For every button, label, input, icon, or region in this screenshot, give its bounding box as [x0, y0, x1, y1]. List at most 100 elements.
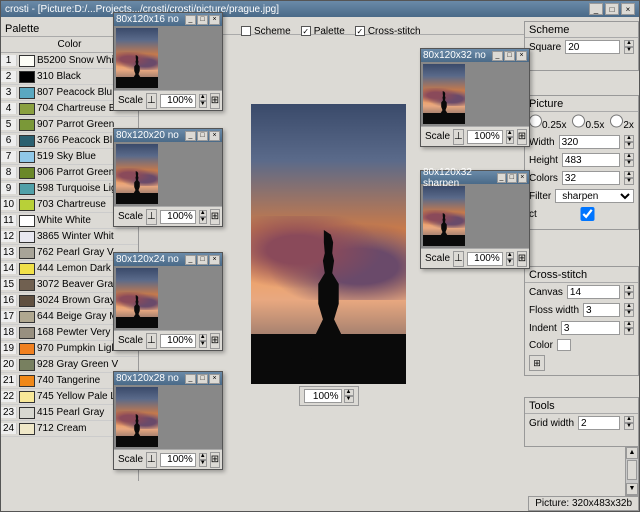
preview-titlebar[interactable]: 80x120x16 no_□×: [114, 13, 222, 26]
stepper[interactable]: ▲▼: [624, 153, 634, 167]
preview-window[interactable]: 80x120x32 no_□×Scale⊥▲▼⊞: [420, 48, 530, 147]
scale-reset-icon[interactable]: ⊥: [146, 333, 157, 349]
stepper[interactable]: ▲▼: [344, 389, 354, 403]
maximize-button[interactable]: □: [605, 3, 619, 15]
action-icon[interactable]: ⊞: [529, 355, 545, 371]
preview-titlebar[interactable]: 80x120x24 no_□×: [114, 253, 222, 266]
grid-width-input[interactable]: [578, 416, 620, 430]
colors-input[interactable]: [562, 171, 620, 185]
stepper[interactable]: ▲▼: [624, 40, 634, 54]
maximize-icon[interactable]: □: [507, 173, 516, 183]
apply-icon[interactable]: ⊞: [517, 129, 527, 145]
zoom-2[interactable]: [610, 114, 623, 128]
color-swatch: [19, 391, 35, 403]
close-button[interactable]: ×: [621, 3, 635, 15]
stepper[interactable]: ▲▼: [624, 321, 634, 335]
stepper[interactable]: ▲▼: [624, 171, 634, 185]
palette-row[interactable]: 123865 Winter Whit: [1, 229, 138, 245]
preview-titlebar[interactable]: 80x120x32 sharpen_□×: [421, 171, 529, 184]
minimize-icon[interactable]: _: [492, 51, 503, 61]
canvas-input[interactable]: [567, 285, 620, 299]
minimize-icon[interactable]: _: [497, 173, 506, 183]
preview-window[interactable]: 80x120x32 sharpen_□×Scale⊥▲▼⊞: [420, 170, 530, 269]
scrollbar-vertical[interactable]: ▲▼: [625, 446, 639, 496]
preview-scale-input[interactable]: [160, 453, 196, 467]
stepper[interactable]: ▲▼: [199, 94, 207, 108]
stepper[interactable]: ▲▼: [624, 416, 634, 430]
preview-scale-input[interactable]: [160, 94, 196, 108]
indent-input[interactable]: [561, 321, 620, 335]
width-input[interactable]: [559, 135, 620, 149]
scale-reset-icon[interactable]: ⊥: [146, 93, 157, 109]
preview-scale-input[interactable]: [160, 210, 196, 224]
minimize-icon[interactable]: _: [185, 131, 196, 141]
apply-icon[interactable]: ⊞: [210, 209, 220, 225]
scale-reset-icon[interactable]: ⊥: [453, 129, 464, 145]
maximize-icon[interactable]: □: [197, 15, 208, 25]
status-bar: Picture: 320x483x32b: [528, 496, 639, 511]
tab-cross-stitch[interactable]: ✓Cross-stitch: [355, 26, 421, 37]
minimize-button[interactable]: _: [589, 3, 603, 15]
preview-window[interactable]: 80x120x24 no_□×Scale⊥▲▼⊞: [113, 252, 223, 351]
color-swatch[interactable]: [557, 339, 571, 351]
filter-select[interactable]: sharpen: [555, 189, 634, 203]
zoom-05[interactable]: [572, 114, 585, 128]
apply-icon[interactable]: ⊞: [517, 251, 527, 267]
scale-reset-icon[interactable]: ⊥: [146, 452, 157, 468]
close-icon[interactable]: ×: [209, 255, 220, 265]
preview-scale-input[interactable]: [467, 130, 503, 144]
apply-icon[interactable]: ⊞: [210, 333, 220, 349]
main-scale-input[interactable]: [304, 389, 342, 403]
close-icon[interactable]: ×: [209, 15, 220, 25]
preview-scale-input[interactable]: [467, 252, 503, 266]
stepper[interactable]: ▲▼: [624, 285, 634, 299]
maximize-icon[interactable]: □: [197, 374, 208, 384]
preview-image: [421, 62, 529, 126]
stepper[interactable]: ▲▼: [624, 303, 634, 317]
zoom-025[interactable]: [529, 114, 542, 128]
maximize-icon[interactable]: □: [197, 131, 208, 141]
preview-titlebar[interactable]: 80x120x28 no_□×: [114, 372, 222, 385]
preview-titlebar[interactable]: 80x120x32 no_□×: [421, 49, 529, 62]
minimize-icon[interactable]: _: [185, 15, 196, 25]
apply-icon[interactable]: ⊞: [210, 93, 220, 109]
scale-reset-icon[interactable]: ⊥: [453, 251, 464, 267]
preview-scale-input[interactable]: [160, 334, 196, 348]
stepper[interactable]: ▲▼: [199, 334, 207, 348]
maximize-icon[interactable]: □: [504, 51, 515, 61]
stepper[interactable]: ▲▼: [506, 130, 514, 144]
color-swatch: [19, 311, 35, 323]
apply-icon[interactable]: ⊞: [210, 452, 220, 468]
color-swatch: [19, 423, 35, 435]
checkbox-icon: [241, 26, 251, 36]
row-number: 9: [1, 183, 17, 194]
height-input[interactable]: [562, 153, 620, 167]
floss-width-input[interactable]: [583, 303, 620, 317]
main-picture[interactable]: ▲▼: [251, 104, 406, 384]
maximize-icon[interactable]: □: [197, 255, 208, 265]
preview-window[interactable]: 80x120x20 no_□×Scale⊥▲▼⊞: [113, 128, 223, 227]
color-swatch: [19, 375, 35, 387]
close-icon[interactable]: ×: [209, 131, 220, 141]
minimize-icon[interactable]: _: [185, 255, 196, 265]
stepper[interactable]: ▲▼: [506, 252, 514, 266]
stepper[interactable]: ▲▼: [199, 453, 207, 467]
close-icon[interactable]: ×: [518, 173, 527, 183]
close-icon[interactable]: ×: [516, 51, 527, 61]
tab-scheme[interactable]: Scheme: [241, 26, 291, 37]
title-bar[interactable]: crosti - [Picture:D:/...Projects.../cros…: [1, 1, 639, 17]
stepper[interactable]: ▲▼: [624, 135, 634, 149]
preview-image: [114, 266, 222, 330]
tab-palette[interactable]: ✓Palette: [301, 26, 345, 37]
scheme-title: Scheme: [525, 22, 638, 38]
close-icon[interactable]: ×: [209, 374, 220, 384]
picture-checkbox[interactable]: [541, 207, 634, 221]
stepper[interactable]: ▲▼: [199, 210, 207, 224]
preview-window[interactable]: 80x120x16 no_□×Scale⊥▲▼⊞: [113, 12, 223, 111]
preview-window[interactable]: 80x120x28 no_□×Scale⊥▲▼⊞: [113, 371, 223, 470]
scale-reset-icon[interactable]: ⊥: [146, 209, 157, 225]
preview-titlebar[interactable]: 80x120x20 no_□×: [114, 129, 222, 142]
square-input[interactable]: [565, 40, 620, 54]
minimize-icon[interactable]: _: [185, 374, 196, 384]
preview-image: [114, 26, 222, 90]
